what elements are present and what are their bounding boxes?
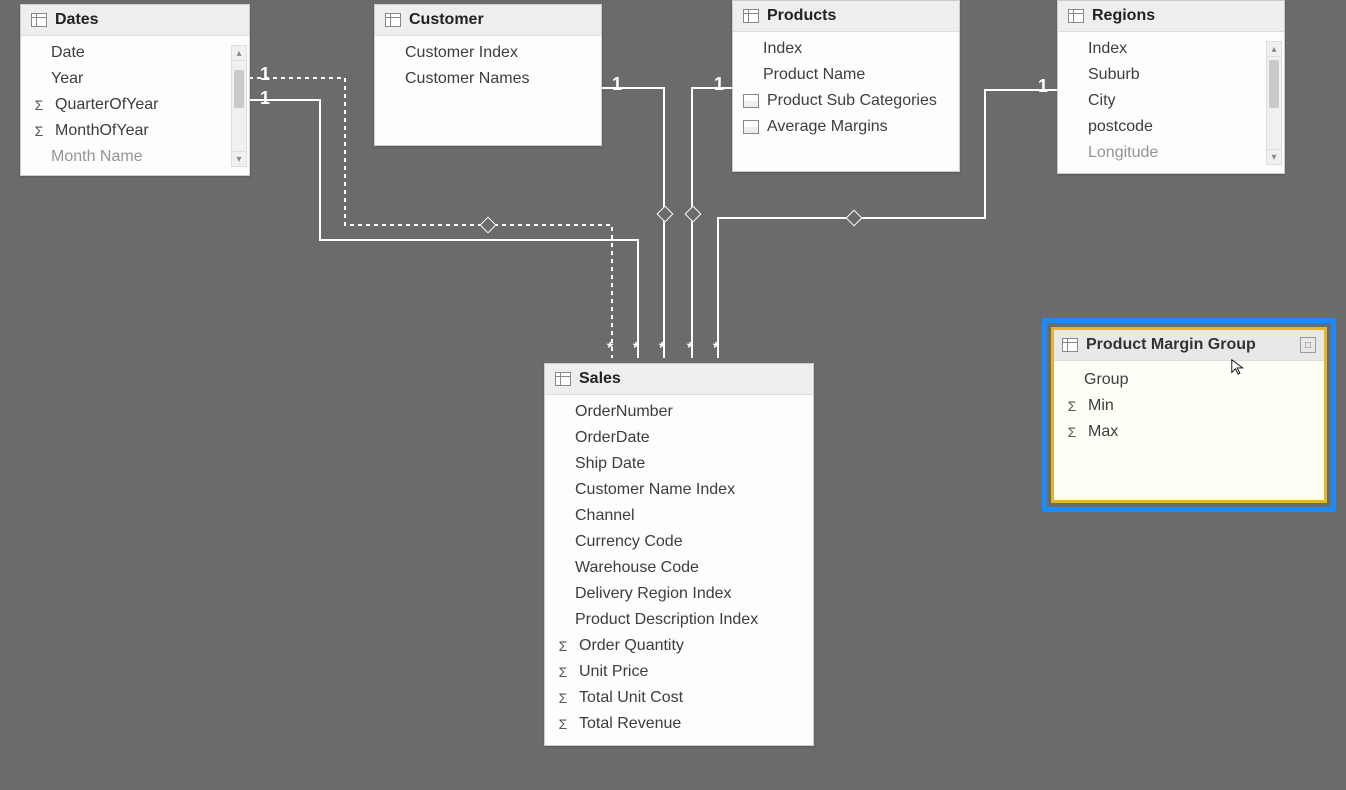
hierarchy-icon <box>743 120 759 134</box>
field-row[interactable]: Month Name <box>21 144 249 170</box>
table-dates[interactable]: Dates Date Year ΣQuarterOfYear ΣMonthOfY… <box>20 4 250 176</box>
field-row[interactable]: Product Sub Categories <box>733 88 959 114</box>
field-row[interactable]: Channel <box>545 503 813 529</box>
field-row[interactable]: OrderDate <box>545 425 813 451</box>
field-row[interactable]: Suburb <box>1058 62 1284 88</box>
table-title: Sales <box>579 370 621 388</box>
relationship-filter-node <box>657 206 674 223</box>
table-title: Dates <box>55 11 99 29</box>
cardinality-one: 1 <box>260 64 270 85</box>
table-title: Products <box>767 7 836 25</box>
field-row[interactable]: Delivery Region Index <box>545 581 813 607</box>
scroll-up[interactable]: ▴ <box>232 46 246 61</box>
scrollbar[interactable]: ▴ ▾ <box>231 45 247 167</box>
scrollbar[interactable]: ▴ ▾ <box>1266 41 1282 165</box>
hierarchy-icon <box>743 94 759 108</box>
table-regions[interactable]: Regions Index Suburb City postcode Longi… <box>1057 0 1285 174</box>
sigma-icon: Σ <box>555 664 571 680</box>
cardinality-many: * <box>659 340 665 358</box>
cardinality-one: 1 <box>714 74 724 95</box>
sigma-icon: Σ <box>555 690 571 706</box>
field-row[interactable]: Product Name <box>733 62 959 88</box>
sigma-icon: Σ <box>555 638 571 654</box>
cardinality-many: * <box>633 340 639 358</box>
table-sales[interactable]: Sales OrderNumber OrderDate Ship Date Cu… <box>544 363 814 746</box>
field-row[interactable]: OrderNumber <box>545 399 813 425</box>
field-row[interactable]: Index <box>1058 36 1284 62</box>
sigma-icon: Σ <box>1064 424 1080 440</box>
scroll-down[interactable]: ▾ <box>1267 149 1281 164</box>
sigma-icon: Σ <box>555 716 571 732</box>
table-title: Regions <box>1092 7 1155 25</box>
field-row[interactable]: Ship Date <box>545 451 813 477</box>
table-icon <box>743 9 759 23</box>
cardinality-many: * <box>713 340 719 358</box>
field-row[interactable]: ΣTotal Unit Cost <box>545 685 813 711</box>
field-row[interactable]: ΣTotal Revenue <box>545 711 813 737</box>
field-row[interactable]: Longitude <box>1058 140 1284 166</box>
cardinality-many: * <box>687 340 693 358</box>
field-row[interactable]: Date <box>21 40 249 66</box>
table-icon <box>1062 338 1078 352</box>
field-row[interactable]: City <box>1058 88 1284 114</box>
table-icon <box>385 13 401 27</box>
scroll-down[interactable]: ▾ <box>232 151 246 166</box>
model-canvas[interactable]: 1 1 1 1 1 * * * * * Dates Date Year ΣQua… <box>0 0 1346 790</box>
field-row[interactable]: Product Description Index <box>545 607 813 633</box>
field-row[interactable]: Currency Code <box>545 529 813 555</box>
cardinality-one: 1 <box>1038 76 1048 97</box>
expand-button[interactable]: □ <box>1300 337 1316 353</box>
cardinality-many: * <box>607 340 613 358</box>
relationship-filter-node <box>480 217 497 234</box>
table-icon <box>1068 9 1084 23</box>
table-title: Customer <box>409 11 484 29</box>
field-row[interactable]: Warehouse Code <box>545 555 813 581</box>
table-product-margin-group-selected[interactable]: Product Margin Group □ Group ΣMin ΣMax <box>1042 318 1336 512</box>
field-row[interactable]: ΣMonthOfYear <box>21 118 249 144</box>
table-icon <box>31 13 47 27</box>
scroll-thumb[interactable] <box>1269 60 1279 108</box>
field-row[interactable]: ΣOrder Quantity <box>545 633 813 659</box>
table-products[interactable]: Products Index Product Name Product Sub … <box>732 0 960 172</box>
scroll-up[interactable]: ▴ <box>1267 42 1281 57</box>
table-title: Product Margin Group <box>1086 336 1256 354</box>
sigma-icon: Σ <box>1064 398 1080 414</box>
field-row[interactable]: Year <box>21 66 249 92</box>
cardinality-one: 1 <box>260 88 270 109</box>
table-customer[interactable]: Customer Customer Index Customer Names <box>374 4 602 146</box>
field-row[interactable]: ΣUnit Price <box>545 659 813 685</box>
relationship-filter-node <box>846 210 863 227</box>
field-row[interactable]: Group <box>1054 367 1324 393</box>
field-row[interactable]: Average Margins <box>733 114 959 140</box>
field-row[interactable]: postcode <box>1058 114 1284 140</box>
sigma-icon: Σ <box>31 123 47 139</box>
relationship-filter-node <box>685 206 702 223</box>
table-icon <box>555 372 571 386</box>
field-row[interactable]: Customer Name Index <box>545 477 813 503</box>
scroll-thumb[interactable] <box>234 70 244 108</box>
cardinality-one: 1 <box>612 74 622 95</box>
field-row[interactable]: Index <box>733 36 959 62</box>
field-row[interactable]: ΣMin <box>1054 393 1324 419</box>
sigma-icon: Σ <box>31 97 47 113</box>
field-row[interactable]: ΣQuarterOfYear <box>21 92 249 118</box>
field-row[interactable]: Customer Names <box>375 66 601 92</box>
field-row[interactable]: Customer Index <box>375 40 601 66</box>
field-row[interactable]: ΣMax <box>1054 419 1324 445</box>
